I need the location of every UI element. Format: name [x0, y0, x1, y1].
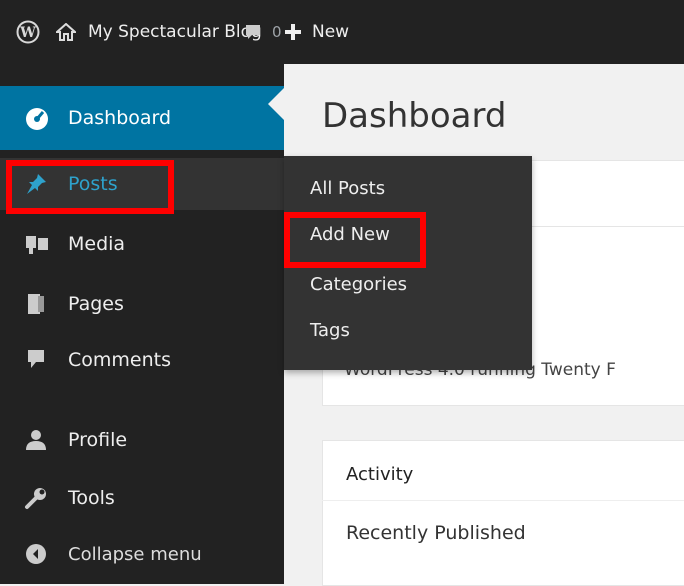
wordpress-logo-icon: W — [16, 20, 40, 44]
comment-icon — [24, 348, 50, 372]
pages-icon — [24, 292, 50, 316]
user-icon — [24, 428, 50, 452]
admin-sidebar: Dashboard Posts Media Pages Comments Pro… — [0, 64, 284, 584]
sidebar-item-dashboard[interactable]: Dashboard — [0, 86, 284, 150]
submenu-item-all-posts[interactable]: All Posts — [310, 178, 385, 199]
new-content-button[interactable]: New — [284, 0, 349, 64]
sidebar-item-label: Pages — [68, 293, 124, 315]
site-name-label: My Spectacular Blog — [88, 22, 262, 42]
submenu-item-categories[interactable]: Categories — [310, 274, 407, 295]
highlight-box-add-new — [284, 212, 426, 268]
submenu-item-tags[interactable]: Tags — [310, 320, 350, 341]
submenu-pointer-arrow — [270, 176, 284, 200]
sidebar-item-label: Collapse menu — [68, 543, 202, 565]
site-name-link[interactable]: My Spectacular Blog — [56, 0, 262, 64]
sidebar-item-profile[interactable]: Profile — [0, 416, 284, 464]
collapse-menu-button[interactable]: Collapse menu — [0, 530, 284, 578]
activity-divider — [322, 500, 684, 501]
sidebar-item-label: Tools — [68, 487, 115, 509]
dashboard-icon — [24, 106, 50, 130]
page-title: Dashboard — [322, 96, 507, 136]
sidebar-item-tools[interactable]: Tools — [0, 474, 284, 522]
sidebar-item-pages[interactable]: Pages — [0, 280, 284, 328]
collapse-icon — [24, 542, 50, 566]
highlight-box-posts — [6, 160, 174, 214]
sidebar-item-label: Profile — [68, 429, 128, 451]
current-menu-arrow — [268, 88, 284, 120]
sidebar-item-comments[interactable]: Comments — [0, 336, 284, 384]
recently-published-heading: Recently Published — [346, 522, 526, 544]
comment-count: 0 — [272, 23, 282, 41]
svg-text:W: W — [19, 25, 36, 41]
activity-widget — [322, 440, 684, 586]
sidebar-item-label: Media — [68, 233, 126, 255]
media-icon — [24, 232, 50, 256]
sidebar-item-media[interactable]: Media — [0, 220, 284, 268]
wordpress-logo-button[interactable]: W — [16, 0, 40, 64]
home-icon — [56, 23, 76, 41]
wrench-icon — [24, 486, 50, 510]
new-label: New — [312, 22, 350, 42]
plus-icon — [285, 24, 301, 40]
sidebar-item-label: Dashboard — [68, 107, 172, 129]
activity-widget-title: Activity — [346, 464, 414, 485]
sidebar-item-label: Comments — [68, 349, 171, 371]
admin-bar: W My Spectacular Blog 0 New — [0, 0, 684, 64]
comment-icon — [246, 25, 260, 39]
comments-button[interactable]: 0 — [244, 0, 282, 64]
